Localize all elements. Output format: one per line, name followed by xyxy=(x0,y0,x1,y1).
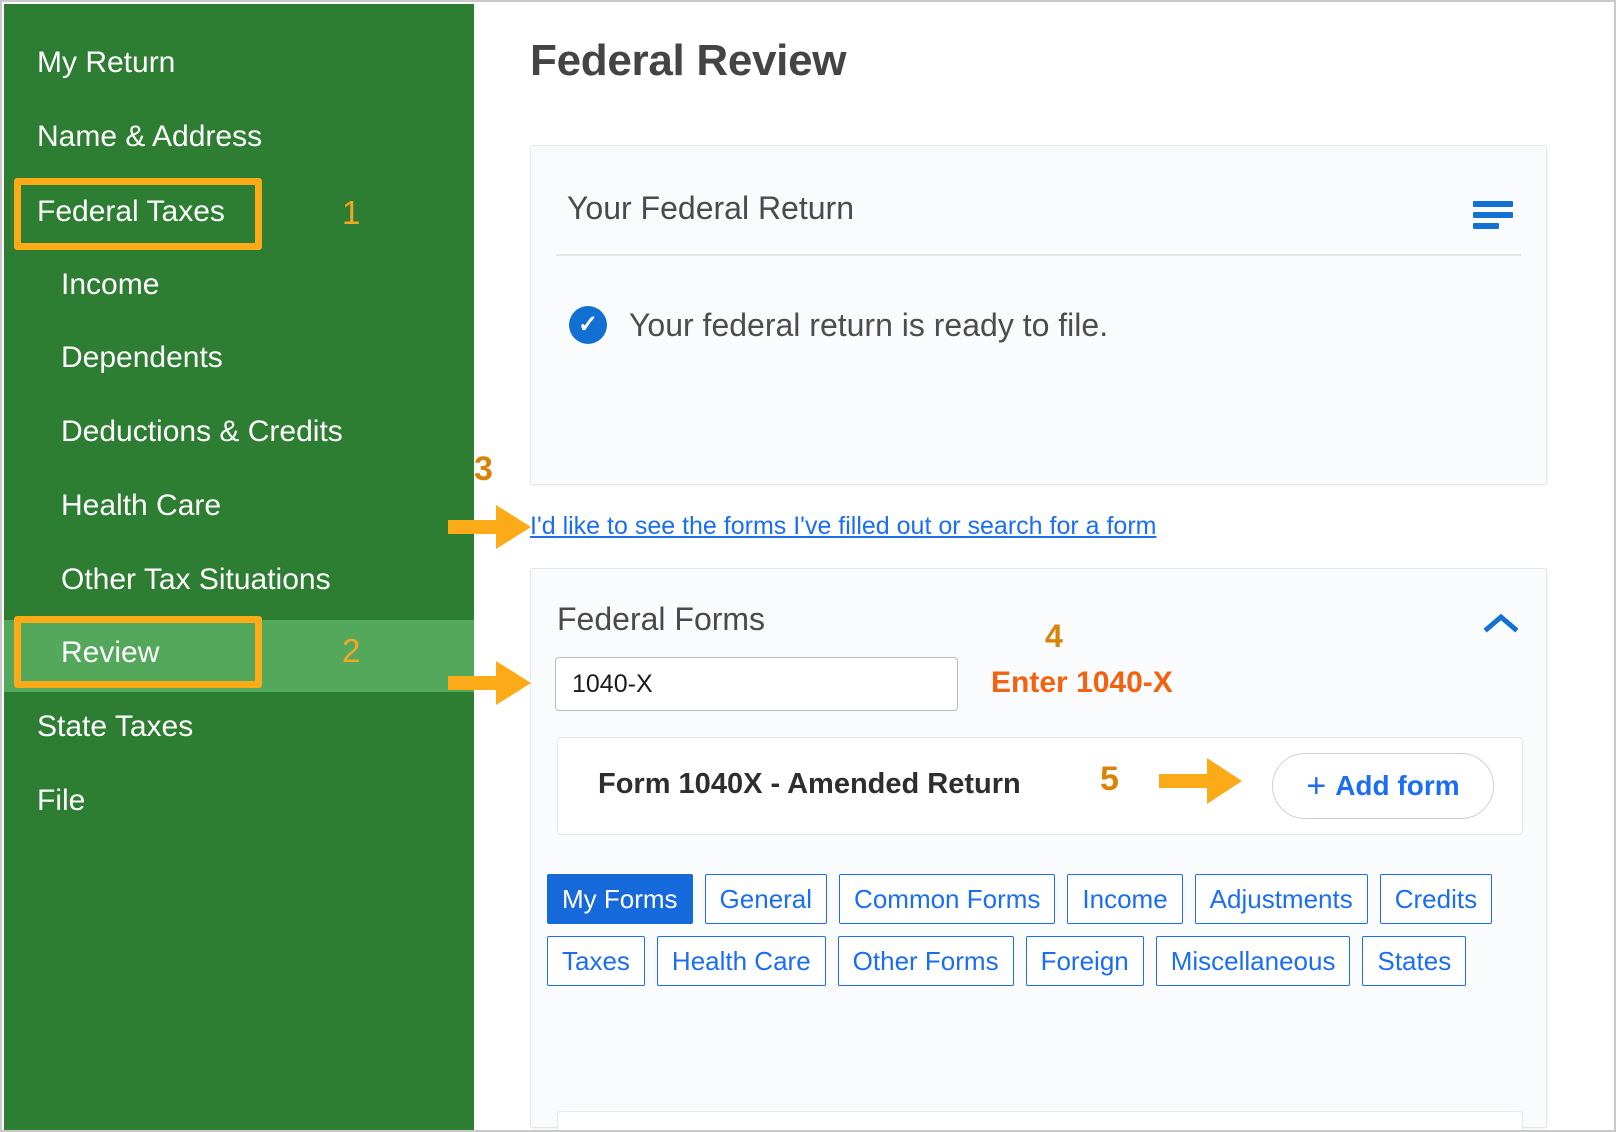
annotation-arrow-4 xyxy=(448,658,532,708)
app-window: My Return Name & Address Federal Taxes I… xyxy=(0,0,1616,1132)
sidebar-item-my-return[interactable]: My Return xyxy=(4,48,474,78)
tab-states[interactable]: States xyxy=(1362,936,1466,986)
your-federal-return-card: Your Federal Return ✓ Your federal retur… xyxy=(530,145,1547,485)
sidebar-item-label: Federal Taxes xyxy=(37,197,225,227)
annotation-number-1: 1 xyxy=(342,196,360,229)
chevron-up-icon[interactable] xyxy=(1484,613,1518,633)
sidebar-item-state-taxes[interactable]: State Taxes xyxy=(4,712,474,742)
sidebar-item-label: Health Care xyxy=(61,491,221,521)
annotation-number-5: 5 xyxy=(1100,762,1119,796)
sidebar-item-label: My Return xyxy=(37,48,175,78)
sidebar-item-income[interactable]: Income xyxy=(4,270,474,300)
form-search-input[interactable] xyxy=(555,657,958,711)
plus-icon: + xyxy=(1306,769,1326,803)
hamburger-menu-icon[interactable] xyxy=(1473,201,1513,229)
sidebar-item-health-care[interactable]: Health Care xyxy=(4,491,474,521)
check-circle-icon: ✓ xyxy=(569,306,607,344)
tab-my-forms[interactable]: My Forms xyxy=(547,874,693,924)
sidebar-item-dependents[interactable]: Dependents xyxy=(4,343,474,373)
tab-common-forms[interactable]: Common Forms xyxy=(839,874,1055,924)
return-status-row: ✓ Your federal return is ready to file. xyxy=(569,306,1108,344)
sidebar-navigation: My Return Name & Address Federal Taxes I… xyxy=(4,4,474,1132)
sidebar-item-label: Income xyxy=(61,270,159,300)
annotation-number-2: 2 xyxy=(342,634,360,667)
form-category-tabs: My Forms General Common Forms Income Adj… xyxy=(547,874,1527,986)
page-title: Federal Review xyxy=(530,36,846,86)
tab-taxes[interactable]: Taxes xyxy=(547,936,645,986)
sidebar-item-label: File xyxy=(37,786,85,816)
form-result-name: Form 1040X - Amended Return xyxy=(598,768,1021,801)
annotation-arrow-3 xyxy=(448,502,532,552)
main-content: Federal Review Your Federal Return ✓ You… xyxy=(474,4,1616,1132)
divider xyxy=(556,254,1521,256)
tab-other-forms[interactable]: Other Forms xyxy=(838,936,1014,986)
return-status-text: Your federal return is ready to file. xyxy=(629,307,1108,344)
sidebar-item-label: Deductions & Credits xyxy=(61,417,343,447)
annotation-number-4: 4 xyxy=(1045,620,1063,652)
sidebar-item-review[interactable]: Review xyxy=(4,638,474,668)
tab-foreign[interactable]: Foreign xyxy=(1026,936,1144,986)
sidebar-item-name-address[interactable]: Name & Address xyxy=(4,122,474,152)
sidebar-item-other-tax-situations[interactable]: Other Tax Situations xyxy=(4,565,474,595)
forms-list-panel xyxy=(557,1111,1523,1132)
annotation-arrow-5 xyxy=(1159,755,1243,807)
sidebar-item-deductions-credits[interactable]: Deductions & Credits xyxy=(4,417,474,447)
card-title: Federal Forms xyxy=(557,601,765,638)
sidebar-item-label: Name & Address xyxy=(37,122,262,152)
sidebar-item-file[interactable]: File xyxy=(4,786,474,816)
sidebar-item-label: Dependents xyxy=(61,343,223,373)
sidebar-item-label: State Taxes xyxy=(37,712,193,742)
tab-credits[interactable]: Credits xyxy=(1380,874,1492,924)
see-forms-link[interactable]: I'd like to see the forms I've filled ou… xyxy=(530,512,1156,541)
add-form-button[interactable]: + Add form xyxy=(1272,753,1494,819)
tab-general[interactable]: General xyxy=(705,874,828,924)
card-title: Your Federal Return xyxy=(567,190,854,227)
form-result-row: Form 1040X - Amended Return + Add form xyxy=(557,737,1523,835)
annotation-text-4: Enter 1040-X xyxy=(991,668,1173,698)
tab-miscellaneous[interactable]: Miscellaneous xyxy=(1156,936,1351,986)
sidebar-item-federal-taxes[interactable]: Federal Taxes xyxy=(4,197,474,227)
tab-health-care[interactable]: Health Care xyxy=(657,936,826,986)
tab-adjustments[interactable]: Adjustments xyxy=(1195,874,1368,924)
sidebar-item-label: Review xyxy=(61,638,159,668)
annotation-number-3: 3 xyxy=(474,452,493,486)
federal-forms-card: Federal Forms Form 1040X - Amended Retur… xyxy=(530,568,1547,1128)
sidebar-item-label: Other Tax Situations xyxy=(61,565,331,595)
add-form-button-label: Add form xyxy=(1335,770,1459,802)
tab-income[interactable]: Income xyxy=(1067,874,1182,924)
